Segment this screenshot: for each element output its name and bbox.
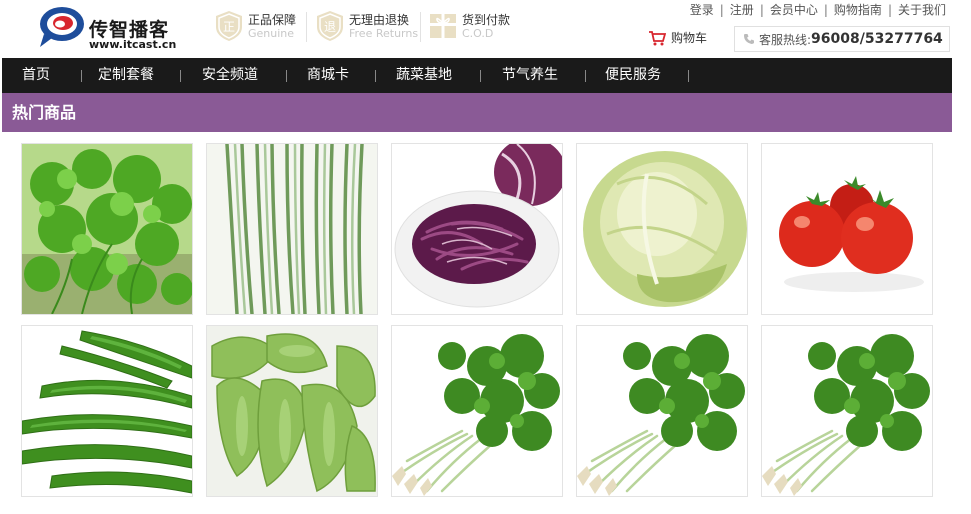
promise-title: 货到付款 bbox=[462, 13, 511, 27]
svg-text:退: 退 bbox=[324, 20, 336, 34]
member-center-link[interactable]: 会员中心 bbox=[770, 1, 818, 18]
nav-separator bbox=[585, 70, 586, 82]
free-returns-badge-icon: 退 bbox=[317, 11, 343, 41]
coriander-image bbox=[762, 326, 932, 496]
nav-item-custom-packages[interactable]: 定制套餐 bbox=[98, 58, 154, 93]
product-card-parsley[interactable] bbox=[21, 143, 193, 315]
hotline-number: 96008/53277764 bbox=[811, 31, 943, 47]
nav-separator bbox=[286, 70, 287, 82]
phone-icon bbox=[744, 34, 754, 44]
coriander-image bbox=[577, 326, 747, 496]
nav-item-seasonal-health[interactable]: 节气养生 bbox=[502, 58, 558, 93]
promise-title: 正品保障 bbox=[248, 13, 297, 27]
shopping-cart-icon bbox=[649, 30, 666, 45]
product-card-green-chilies[interactable] bbox=[21, 325, 193, 497]
svg-text:正: 正 bbox=[223, 20, 235, 34]
chives-image bbox=[207, 144, 377, 314]
cart-link[interactable]: 购物车 bbox=[648, 29, 707, 46]
nav-separator bbox=[688, 70, 689, 82]
product-card-coriander-3[interactable] bbox=[761, 325, 933, 497]
nav-item-safety-channel[interactable]: 安全频道 bbox=[202, 58, 258, 93]
genuine-badge-icon: 正 bbox=[216, 11, 242, 41]
nav-item-convenience-services[interactable]: 便民服务 bbox=[605, 58, 661, 93]
cod-gift-icon bbox=[430, 14, 456, 38]
parsley-image bbox=[22, 144, 192, 314]
tomatoes-image bbox=[762, 144, 932, 314]
site-logo[interactable]: 传智播客 www.itcast.cn bbox=[36, 4, 176, 52]
snow-peas-image bbox=[207, 326, 377, 496]
nav-item-mall-card[interactable]: 商城卡 bbox=[307, 58, 349, 93]
login-link[interactable]: 登录 bbox=[690, 1, 714, 18]
lettuce-image bbox=[577, 144, 747, 314]
product-card-lettuce[interactable] bbox=[576, 143, 748, 315]
divider bbox=[420, 12, 421, 42]
promise-title: 无理由退换 bbox=[349, 13, 410, 27]
cart-label: 购物车 bbox=[671, 31, 708, 45]
promise-genuine: 正 正品保障 Genuine bbox=[214, 10, 306, 44]
hotline-box: 客服热线: 96008/53277764 bbox=[734, 26, 950, 52]
page: 传智播客 www.itcast.cn 正 正品保障 Genuine 退 无理由退… bbox=[0, 0, 971, 514]
product-card-snow-peas[interactable] bbox=[206, 325, 378, 497]
nav-separator bbox=[180, 70, 181, 82]
red-cabbage-image bbox=[392, 144, 562, 314]
nav-item-vegetable-base[interactable]: 蔬菜基地 bbox=[396, 58, 452, 93]
promise-free-returns: 退 无理由退换 Free Returns bbox=[315, 10, 419, 44]
promise-subtitle: Genuine bbox=[248, 27, 295, 40]
promise-subtitle: C.O.D bbox=[462, 27, 494, 40]
green-chilies-image bbox=[22, 326, 192, 496]
logo-mark-icon bbox=[40, 7, 84, 47]
product-card-red-cabbage[interactable] bbox=[391, 143, 563, 315]
product-card-tomatoes[interactable] bbox=[761, 143, 933, 315]
header: 传智播客 www.itcast.cn 正 正品保障 Genuine 退 无理由退… bbox=[0, 0, 971, 58]
hotline-label: 客服热线: bbox=[759, 32, 812, 47]
product-card-chives[interactable] bbox=[206, 143, 378, 315]
product-card-coriander-1[interactable] bbox=[391, 325, 563, 497]
nav-separator bbox=[375, 70, 376, 82]
main-nav: 首页 定制套餐 安全频道 商城卡 蔬菜基地 节气养生 便民服务 bbox=[2, 58, 952, 93]
hot-products-header: 热门商品 bbox=[2, 93, 952, 132]
top-links: 登录 | 注册 | 会员中心 | 购物指南 | 关于我们 bbox=[689, 1, 946, 18]
logo-url: www.itcast.cn bbox=[89, 38, 177, 51]
divider bbox=[306, 12, 307, 42]
section-title: 热门商品 bbox=[12, 103, 77, 122]
nav-separator bbox=[81, 70, 82, 82]
promise-subtitle: Free Returns bbox=[349, 27, 419, 40]
register-link[interactable]: 注册 bbox=[730, 1, 754, 18]
nav-item-home[interactable]: 首页 bbox=[22, 58, 50, 93]
product-card-coriander-2[interactable] bbox=[576, 325, 748, 497]
promise-cod: 货到付款 C.O.D bbox=[428, 10, 518, 44]
about-us-link[interactable]: 关于我们 bbox=[898, 1, 946, 18]
nav-separator bbox=[480, 70, 481, 82]
shopping-guide-link[interactable]: 购物指南 bbox=[834, 1, 882, 18]
coriander-image bbox=[392, 326, 562, 496]
